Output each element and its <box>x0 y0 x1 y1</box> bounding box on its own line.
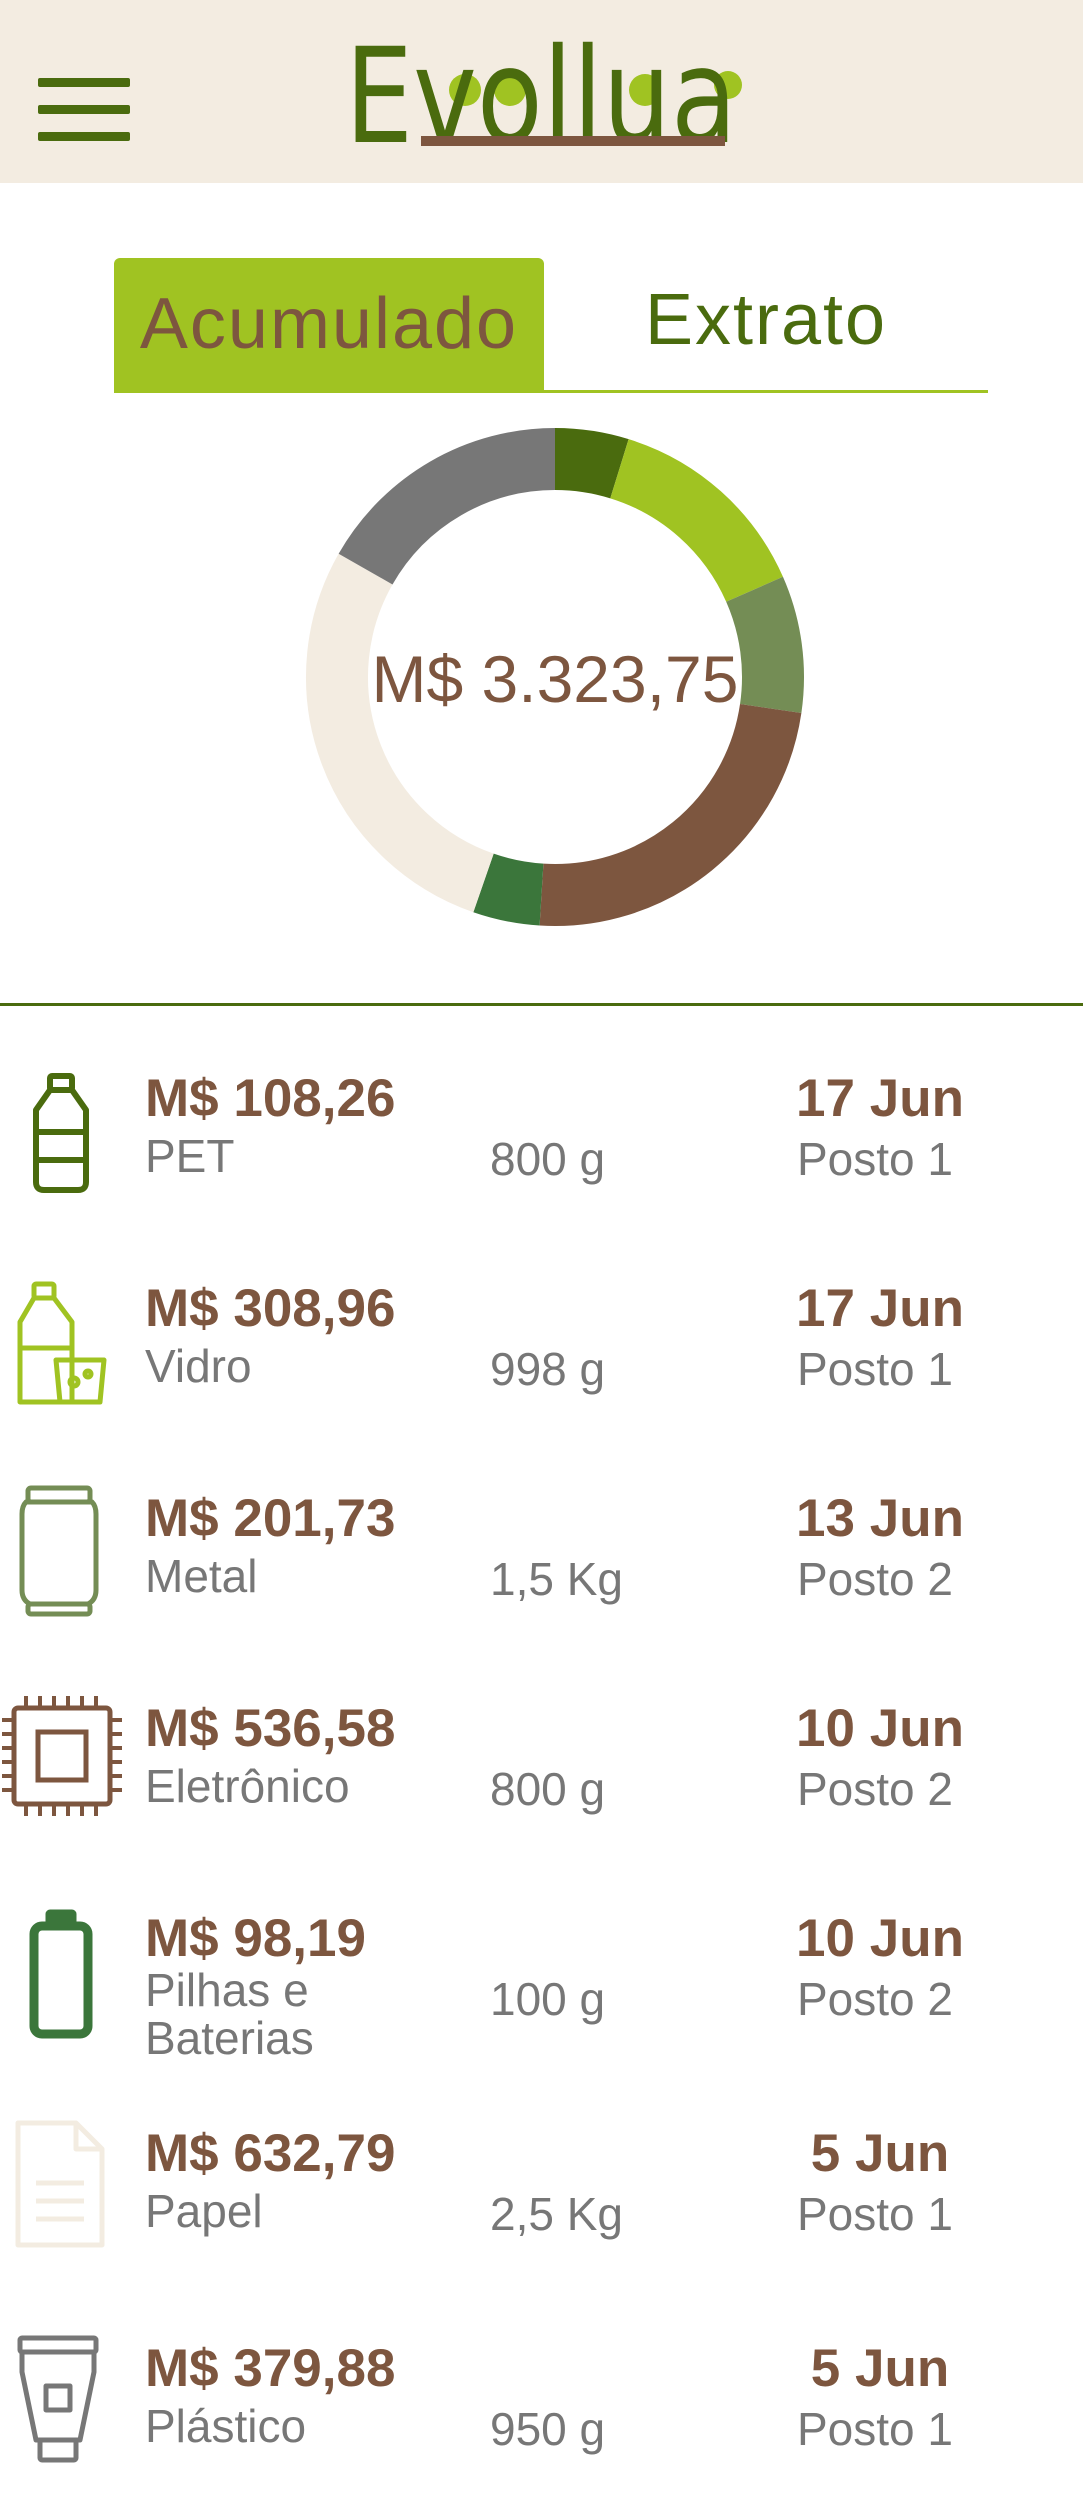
transaction-post: Posto 1 <box>797 1343 953 1395</box>
transaction-material: Papel <box>145 2185 263 2237</box>
transaction-date: 5 Jun <box>810 2124 950 2183</box>
transaction-date: 17 Jun <box>796 1279 964 1338</box>
transaction-weight: 950 g <box>490 2403 606 2455</box>
transaction-row[interactable]: M$ 108,26 PET 800 g 17 Jun Posto 1 <box>0 1050 1083 1230</box>
transaction-row[interactable]: M$ 632,79 Papel 2,5 Kg 5 Jun Posto 1 <box>0 2105 1083 2285</box>
transaction-weight: 800 g <box>490 1763 606 1815</box>
menu-bar <box>38 132 130 141</box>
transaction-amount: M$ 536,58 <box>145 1699 396 1758</box>
hamburger-menu-icon[interactable] <box>38 78 130 142</box>
transaction-weight: 100 g <box>490 1973 606 2025</box>
battery-icon <box>29 1909 93 2039</box>
transaction-post: Posto 1 <box>797 2403 953 2455</box>
tab-acumulado[interactable]: Acumulado <box>114 258 544 390</box>
transaction-material: Pilhas e Baterias <box>145 1964 314 2064</box>
chip-icon <box>2 1696 122 1816</box>
transaction-amount: M$ 98,19 <box>145 1909 366 1968</box>
transaction-material: PET <box>145 1130 235 1182</box>
donut-slice-vidro <box>609 439 783 603</box>
transaction-material: Plástico <box>145 2400 307 2452</box>
menu-bar <box>38 78 130 87</box>
transaction-amount: M$ 308,96 <box>145 1279 396 1338</box>
tab-extrato[interactable]: Extrato <box>544 258 988 390</box>
transaction-weight: 2,5 Kg <box>490 2188 623 2240</box>
transaction-date: 10 Jun <box>796 1909 964 1968</box>
plastic-tube-icon <box>17 2335 99 2463</box>
transaction-post: Posto 2 <box>797 1763 953 1815</box>
transaction-post: Posto 2 <box>797 1973 953 2025</box>
transaction-date: 17 Jun <box>796 1069 964 1128</box>
transaction-weight: 800 g <box>490 1133 606 1185</box>
transaction-material: Vidro <box>145 1340 252 1392</box>
transaction-weight: 998 g <box>490 1343 606 1395</box>
view-tabs: Acumulado Extrato <box>114 258 988 393</box>
transaction-post: Posto 1 <box>797 2188 953 2240</box>
metal-can-icon <box>19 1485 99 1617</box>
transaction-date: 5 Jun <box>810 2339 950 2398</box>
donut-slice-metal <box>725 576 804 714</box>
transaction-date: 13 Jun <box>796 1489 964 1548</box>
pet-bottle-icon <box>33 1073 89 1193</box>
transaction-row[interactable]: M$ 379,88 Plástico 950 g 5 Jun Posto 1 <box>0 2320 1083 2500</box>
transaction-amount: M$ 201,73 <box>145 1489 396 1548</box>
evollua-logo: Evollua <box>345 30 742 155</box>
donut-chart: M$ 3.323,75 <box>306 428 804 926</box>
total-balance: M$ 3.323,75 <box>372 642 739 716</box>
app-header: Evollua <box>0 0 1083 183</box>
transaction-post: Posto 2 <box>797 1553 953 1605</box>
donut-slice-papel <box>306 553 495 913</box>
transaction-material: Metal <box>145 1550 258 1602</box>
transaction-amount: M$ 632,79 <box>145 2124 396 2183</box>
transaction-row[interactable]: M$ 98,19 Pilhas e Baterias 100 g 10 Jun … <box>0 1890 1083 2070</box>
transaction-material: Eletrônico <box>145 1760 350 1812</box>
transaction-row[interactable]: M$ 536,58 Eletrônico 800 g 10 Jun Posto … <box>0 1680 1083 1860</box>
transaction-weight: 1,5 Kg <box>490 1553 623 1605</box>
donut-slice-pet <box>554 428 629 499</box>
glass-bottle-icon <box>17 1281 107 1405</box>
donut-slice-plástico <box>338 428 556 586</box>
transaction-date: 10 Jun <box>796 1699 964 1758</box>
paper-icon <box>15 2120 105 2248</box>
transaction-amount: M$ 379,88 <box>145 2339 396 2398</box>
transaction-post: Posto 1 <box>797 1133 953 1185</box>
menu-bar <box>38 105 130 114</box>
donut-slice-pilhas-e-baterias <box>473 853 545 926</box>
transaction-row[interactable]: M$ 308,96 Vidro 998 g 17 Jun Posto 1 <box>0 1260 1083 1440</box>
transaction-row[interactable]: M$ 201,73 Metal 1,5 Kg 13 Jun Posto 2 <box>0 1470 1083 1650</box>
section-divider <box>0 1003 1083 1006</box>
transaction-amount: M$ 108,26 <box>145 1069 396 1128</box>
donut-slice-eletrônico <box>539 703 802 926</box>
